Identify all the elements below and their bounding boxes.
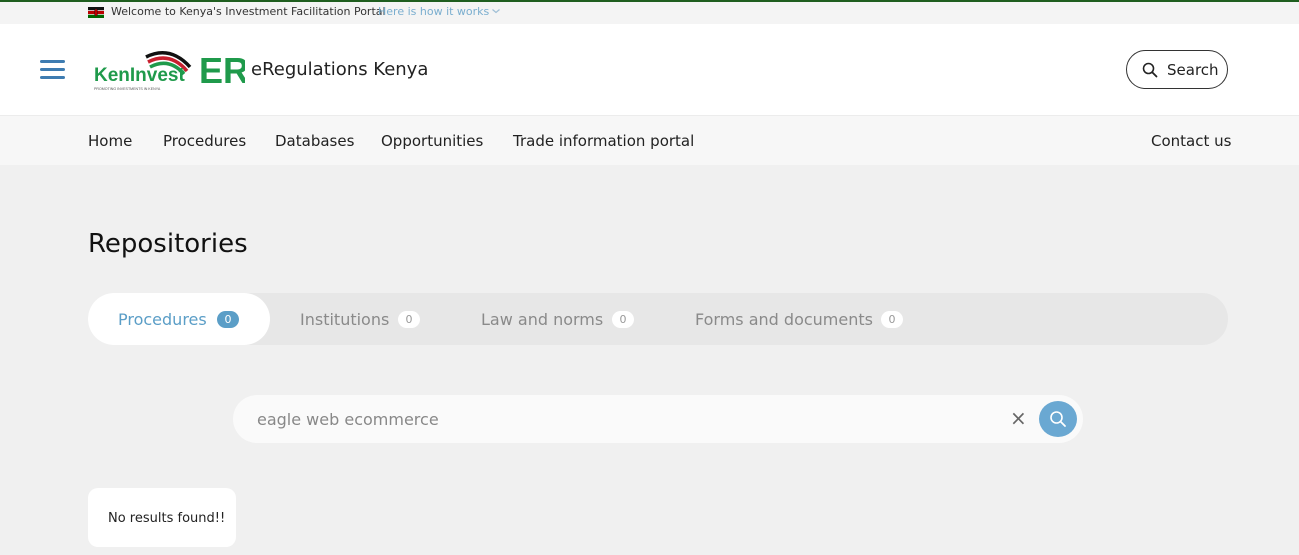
keninvest-logo[interactable]: KenInvest PROMOTING INVESTMENTS IN KENYA [92,47,196,93]
no-results-card: No results found!! [88,488,236,547]
search-submit-button[interactable] [1039,401,1077,437]
tab-procedures[interactable]: Procedures 0 [88,293,270,345]
search-input[interactable] [257,408,997,430]
tab-label: Law and norms [481,310,604,329]
chevron-down-icon[interactable] [491,7,501,15]
menu-button[interactable] [40,60,66,80]
welcome-text: Welcome to Kenya's Investment Facilitati… [111,5,386,18]
tab-forms-and-documents[interactable]: Forms and documents 0 [665,293,925,345]
how-it-works-link[interactable]: Here is how it works [378,5,489,18]
tab-label: Forms and documents [695,310,873,329]
tab-label: Institutions [300,310,390,329]
no-results-message: No results found!! [108,511,226,526]
kenya-flag-icon [88,7,104,18]
count-badge: 0 [217,311,239,328]
repository-search-box: × [233,395,1083,443]
tab-law-and-norms[interactable]: Law and norms 0 [450,293,650,345]
close-icon[interactable]: × [1010,407,1027,429]
logo-text: KenInvest [94,65,185,86]
site-title[interactable]: eRegulations Kenya [251,59,428,80]
nav-trade-information-portal[interactable]: Trade information portal [513,132,694,150]
nav-opportunities[interactable]: Opportunities [381,132,483,150]
nav-contact-us[interactable]: Contact us [1151,132,1231,150]
tab-label: Procedures [118,310,207,329]
repository-tabs: Procedures 0 Institutions 0 Law and norm… [88,293,1228,345]
nav-procedures[interactable]: Procedures [163,132,246,150]
count-badge: 0 [881,311,903,328]
menu-icon [40,60,65,63]
er-logo-text: ER [199,52,245,86]
search-icon [1142,62,1158,78]
page-title: Repositories [88,229,248,259]
nav-databases[interactable]: Databases [275,132,354,150]
nav-home[interactable]: Home [88,132,132,150]
count-badge: 0 [612,311,634,328]
welcome-bar: Welcome to Kenya's Investment Facilitati… [0,2,1299,24]
header-search-button[interactable]: Search [1126,50,1228,89]
er-logo[interactable]: ER [199,52,245,86]
header: KenInvest PROMOTING INVESTMENTS IN KENYA… [0,24,1299,115]
search-icon [1050,411,1066,427]
count-badge: 0 [398,311,420,328]
logo-tagline: PROMOTING INVESTMENTS IN KENYA [94,87,161,91]
tab-institutions[interactable]: Institutions 0 [270,293,440,345]
main-nav: Home Procedures Databases Opportunities … [0,115,1299,165]
search-button-label: Search [1167,61,1219,79]
